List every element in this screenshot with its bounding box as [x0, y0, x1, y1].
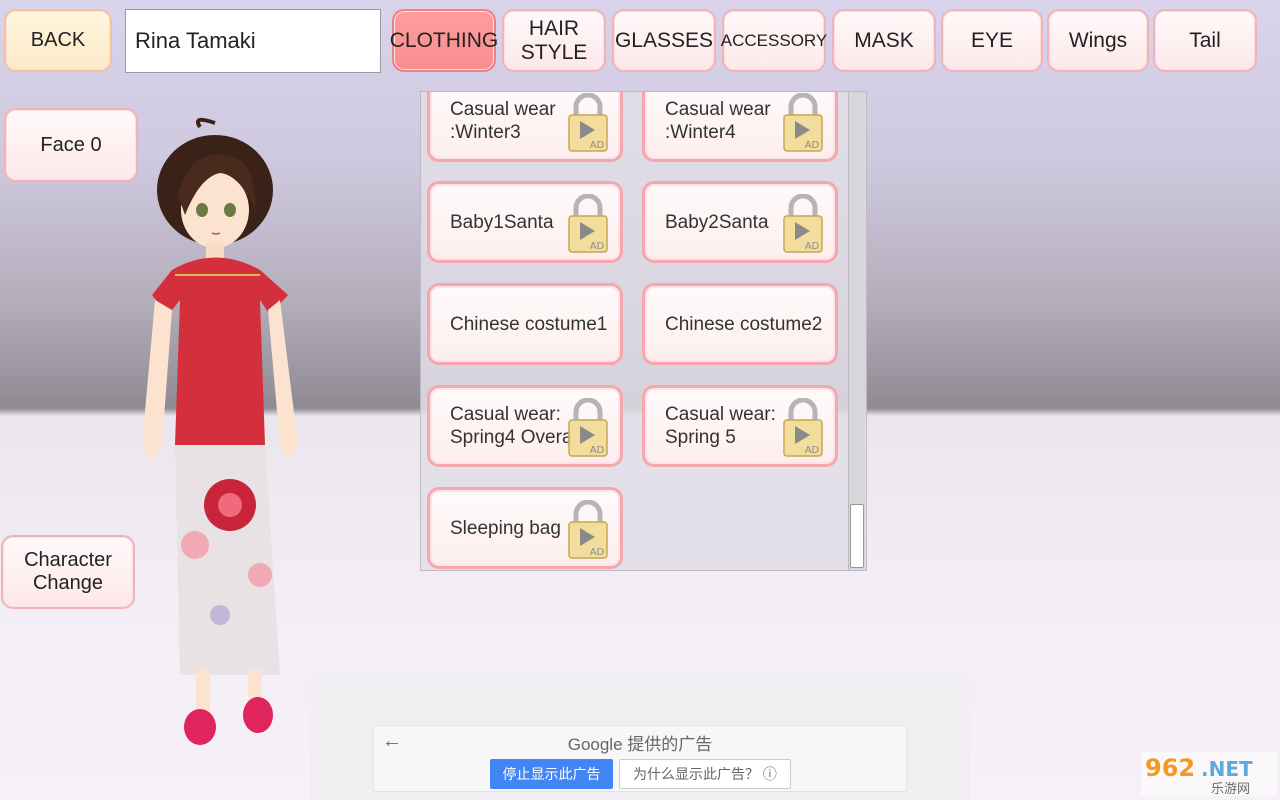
- stop-ad-button[interactable]: 停止显示此广告: [490, 759, 613, 789]
- tab-eye[interactable]: EYE: [941, 9, 1043, 72]
- tab-clothing[interactable]: CLOTHING: [390, 9, 498, 72]
- clothing-item-label: Baby1Santa: [450, 211, 554, 233]
- tab-wings[interactable]: Wings: [1047, 9, 1149, 72]
- ad-badge-text: AD: [805, 241, 820, 252]
- clothing-item-label: Casual wear :Winter3: [450, 99, 556, 143]
- clothing-item-label: Baby2Santa: [665, 211, 769, 233]
- clothing-item[interactable]: Casual wear :Winter3 AD: [427, 92, 623, 162]
- ad-badge-text: AD: [590, 140, 605, 151]
- why-ad-button[interactable]: 为什么显示此广告？ ⓘ: [619, 759, 791, 789]
- clothing-item-label: Casual wear: Spring 5: [665, 404, 776, 448]
- svg-text:.NET: .NET: [1201, 757, 1253, 781]
- clothing-item-label: Casual wear :Winter4: [665, 99, 771, 143]
- ad-badge-text: AD: [805, 140, 820, 151]
- ad-title: Google 提供的广告: [567, 735, 713, 754]
- ad-badge-text: AD: [590, 547, 605, 558]
- clothing-item-label: Chinese costume2: [665, 313, 823, 335]
- clothing-item[interactable]: Casual wear: Spring4 Overalls AD: [427, 385, 623, 467]
- clothing-list-panel[interactable]: Casual wear :Winter3 AD Casual wear :Winte…: [420, 91, 867, 571]
- lock-ad-icon: AD: [568, 194, 608, 253]
- clothing-item[interactable]: Casual wear :Winter4 AD: [642, 92, 838, 162]
- tab-glasses[interactable]: GLASSES: [612, 9, 716, 72]
- lock-ad-icon: AD: [568, 500, 608, 559]
- lock-ad-icon: AD: [568, 398, 608, 457]
- clothing-item[interactable]: Sleeping bag AD: [427, 487, 623, 569]
- clothing-item-label: Chinese costume1: [450, 313, 608, 335]
- clothing-item[interactable]: Casual wear: Spring 5 AD: [642, 385, 838, 467]
- list-scrollbar[interactable]: [848, 92, 865, 570]
- lock-ad-icon: AD: [783, 93, 823, 152]
- character-change-button[interactable]: Character Change: [1, 535, 135, 609]
- clothing-item[interactable]: Baby1Santa AD: [427, 181, 623, 263]
- tab-hair-style[interactable]: HAIR STYLE: [502, 9, 606, 72]
- clothing-item-label: Sleeping bag: [450, 517, 561, 539]
- scroll-thumb[interactable]: [850, 504, 864, 568]
- face-button[interactable]: Face 0: [4, 108, 138, 182]
- clothing-item[interactable]: Baby2Santa AD: [642, 181, 838, 263]
- clothing-item[interactable]: Chinese costume2: [642, 283, 838, 365]
- tab-mask[interactable]: MASK: [832, 9, 936, 72]
- lock-ad-icon: AD: [783, 194, 823, 253]
- ad-feedback-box: ← Google 提供的广告 停止显示此广告 为什么显示此广告？ ⓘ: [373, 725, 907, 792]
- clothing-item[interactable]: Chinese costume1: [427, 283, 623, 365]
- character-name-field[interactable]: Rina Tamaki: [125, 9, 381, 73]
- back-button[interactable]: BACK: [4, 9, 112, 72]
- ad-badge-text: AD: [590, 241, 605, 252]
- ad-badge-text: AD: [805, 445, 820, 456]
- svg-text:962: 962: [1145, 754, 1195, 782]
- tab-tail[interactable]: Tail: [1153, 9, 1257, 72]
- site-watermark-logo: 962 .NET 乐游网: [1141, 752, 1277, 796]
- character-model[interactable]: [130, 115, 330, 755]
- lock-ad-icon: AD: [783, 398, 823, 457]
- lock-ad-icon: AD: [568, 93, 608, 152]
- ad-badge-text: AD: [590, 445, 605, 456]
- tab-accessory[interactable]: ACCESSORY: [721, 9, 827, 72]
- svg-text:乐游网: 乐游网: [1211, 782, 1250, 796]
